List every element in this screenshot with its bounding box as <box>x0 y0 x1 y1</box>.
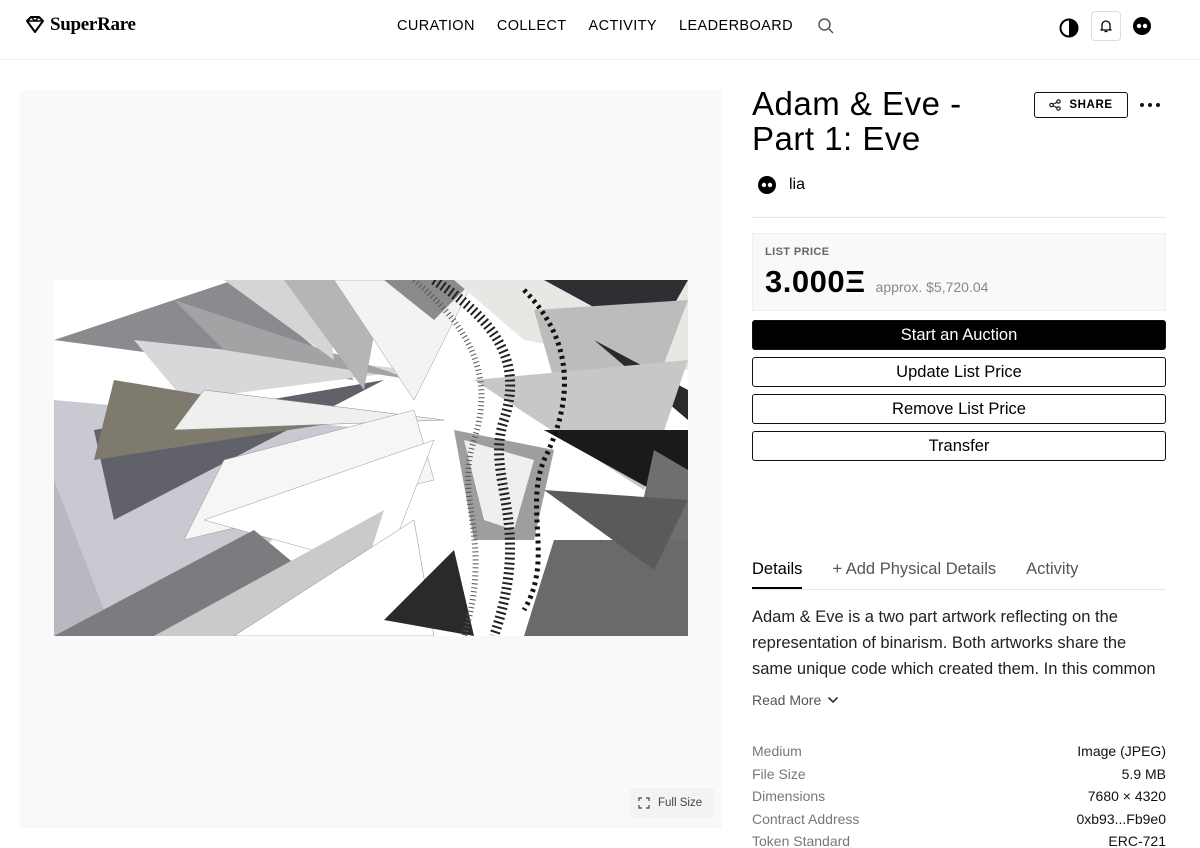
contract-address-link[interactable]: 0xb93...Fb9e0 <box>1076 808 1166 831</box>
spec-value: ERC-721 <box>1108 833 1166 848</box>
artwork-description: Adam & Eve is a two part artwork reflect… <box>752 608 1156 678</box>
header-actions <box>1058 11 1151 41</box>
update-list-price-button[interactable]: Update List Price <box>752 357 1166 387</box>
read-more-button[interactable]: Read More <box>752 692 839 708</box>
logo-text: SuperRare <box>50 14 136 35</box>
share-label: SHARE <box>1069 99 1113 111</box>
notifications-button[interactable] <box>1091 11 1121 41</box>
remove-list-price-button[interactable]: Remove List Price <box>752 394 1166 424</box>
divider <box>752 217 1166 218</box>
diamond-logo-icon <box>26 16 44 33</box>
tab-details[interactable]: Details <box>752 558 803 589</box>
nav-curation[interactable]: CURATION <box>397 18 475 34</box>
artwork-graphic <box>54 280 688 636</box>
spec-label: File Size <box>752 765 806 782</box>
spec-label: Contract Address <box>752 810 860 827</box>
artwork-title: Adam & Eve - Part 1: Eve <box>752 85 962 157</box>
artwork-image[interactable] <box>54 280 688 636</box>
share-icon <box>1049 99 1062 111</box>
search-icon[interactable] <box>817 17 835 35</box>
nav-activity[interactable]: ACTIVITY <box>589 18 657 34</box>
spec-value: 7680 × 4320 <box>1087 788 1166 804</box>
spec-value: 5.9 MB <box>1121 765 1166 782</box>
spec-row: Contract Address 0xb93...Fb9e0 <box>752 808 1166 831</box>
bell-icon <box>1100 20 1112 33</box>
superrare-logo[interactable]: SuperRare <box>25 14 136 36</box>
share-button[interactable]: SHARE <box>1034 92 1128 118</box>
full-size-label: Full Size <box>658 797 703 809</box>
price-usd: approx. $5,720.04 <box>875 279 989 295</box>
more-options-icon[interactable] <box>1140 96 1160 114</box>
tab-activity[interactable]: Activity <box>1026 558 1078 589</box>
top-nav-bar: SuperRare CURATION COLLECT ACTIVITY LEAD… <box>0 0 1200 60</box>
contrast-icon[interactable] <box>1058 17 1080 39</box>
artwork-panel: Full Size <box>20 90 722 828</box>
transfer-button[interactable]: Transfer <box>752 431 1166 461</box>
tab-add-physical-details[interactable]: + Add Physical Details <box>832 558 996 589</box>
owner-avatar-icon <box>758 176 776 194</box>
spec-label: Medium <box>752 743 802 759</box>
price-eth: 3.000Ξ <box>765 264 866 299</box>
expand-icon <box>638 797 650 809</box>
spec-row: Medium Image (JPEG) <box>752 740 1166 763</box>
start-auction-button[interactable]: Start an Auction <box>752 320 1166 350</box>
full-size-button[interactable]: Full Size <box>630 788 714 818</box>
specs-list: Medium Image (JPEG) File Size 5.9 MB Dim… <box>752 740 1166 848</box>
spec-row: Dimensions 7680 × 4320 <box>752 785 1166 808</box>
detail-tabs: Details + Add Physical Details Activity <box>752 558 1166 590</box>
list-price-label: LIST PRICE <box>765 246 830 258</box>
owner-link[interactable]: lia <box>758 176 805 194</box>
chevron-down-icon <box>828 696 839 704</box>
main-nav: CURATION COLLECT ACTIVITY LEADERBOARD <box>397 17 835 35</box>
nav-collect[interactable]: COLLECT <box>497 18 567 34</box>
list-price-panel: LIST PRICE 3.000Ξ approx. $5,720.04 <box>752 233 1166 311</box>
avatar-icon[interactable] <box>1133 17 1151 35</box>
spec-value: Image (JPEG) <box>1077 743 1166 759</box>
spec-label: Dimensions <box>752 788 826 804</box>
price-row: 3.000Ξ approx. $5,720.04 <box>765 264 988 300</box>
nav-leaderboard[interactable]: LEADERBOARD <box>679 18 793 34</box>
owner-name: lia <box>789 176 806 193</box>
read-more-label: Read More <box>752 692 822 708</box>
spec-row: Token Standard ERC-721 <box>752 830 1166 848</box>
spec-row: File Size 5.9 MB <box>752 763 1166 786</box>
spec-label: Token Standard <box>752 833 851 848</box>
